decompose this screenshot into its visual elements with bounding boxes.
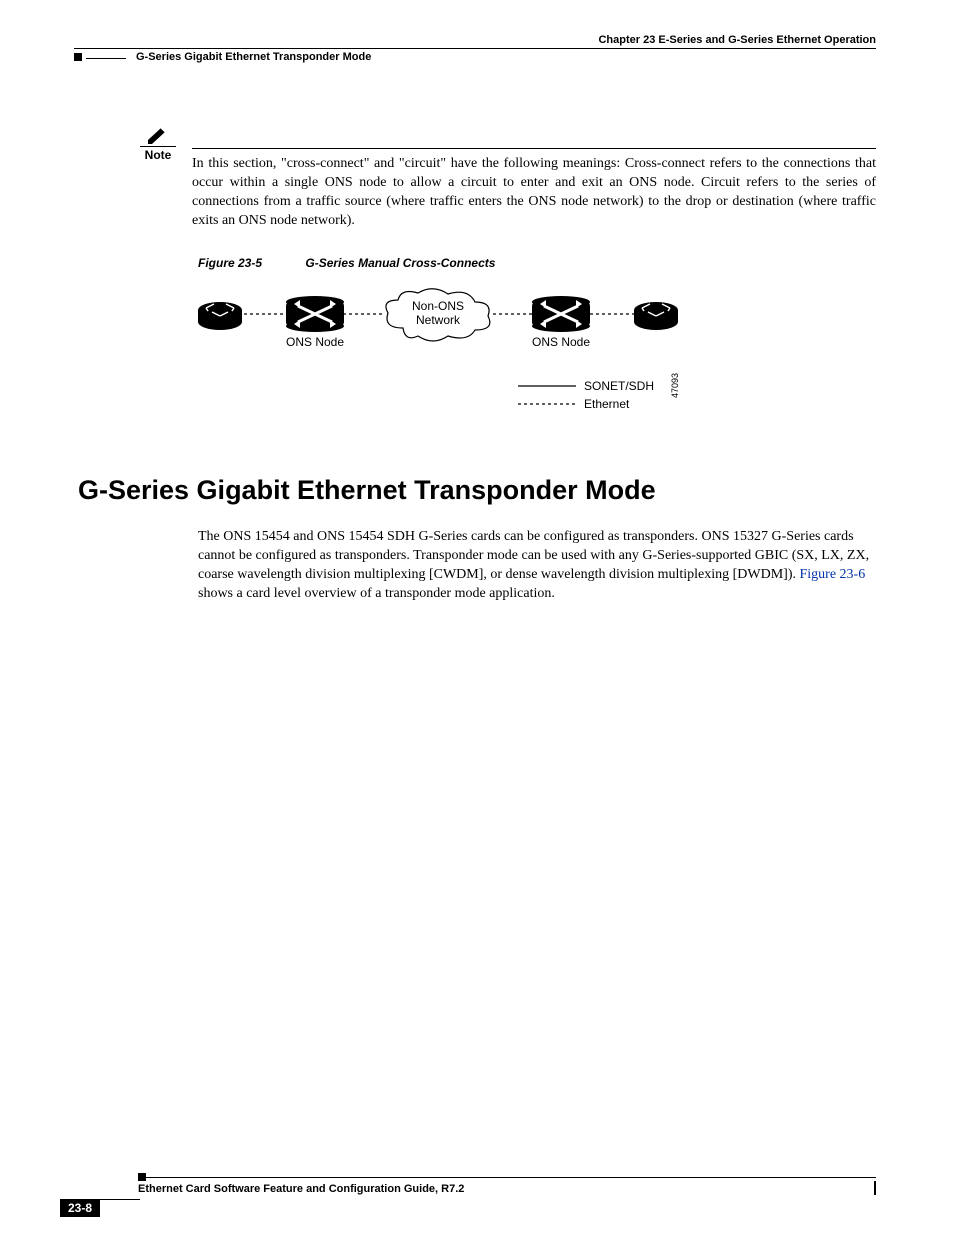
cloud-label-2: Network <box>416 313 461 327</box>
page-header: Chapter 23 E-Series and G-Series Etherne… <box>74 34 876 63</box>
section-heading: G-Series Gigabit Ethernet Transponder Mo… <box>78 475 656 506</box>
section-title: G-Series Gigabit Ethernet Transponder Mo… <box>136 51 371 63</box>
legend-ethernet-label: Ethernet <box>584 397 630 411</box>
ons-node-label-left: ONS Node <box>286 335 344 349</box>
note-top-rule <box>192 148 876 149</box>
footer-rule <box>60 1173 876 1181</box>
page-footer: Ethernet Card Software Feature and Confi… <box>60 1173 876 1195</box>
paragraph-text-post: shows a card level overview of a transpo… <box>198 586 555 601</box>
chapter-title: Chapter 23 E-Series and G-Series Etherne… <box>74 34 876 46</box>
figure-legend: SONET/SDH Ethernet 47093 <box>518 373 680 411</box>
cloud-icon: Non-ONS Network <box>386 289 490 341</box>
router-icon <box>198 302 242 330</box>
header-rule <box>74 48 876 49</box>
footer-tail-rule <box>100 1199 140 1200</box>
ons-node-label-right: ONS Node <box>532 335 590 349</box>
figure-diagram: ONS Node Non-ONS Network ONS Node SONET/… <box>198 278 718 433</box>
note-block: Note In this section, "cross-connect" an… <box>140 126 876 231</box>
figure-caption: Figure 23-5 G-Series Manual Cross-Connec… <box>198 256 495 270</box>
body-paragraph: The ONS 15454 and ONS 15454 SDH G-Series… <box>198 528 876 604</box>
pencil-icon <box>147 126 169 144</box>
ons-node-icon <box>286 296 344 332</box>
figure-id-label: 47093 <box>670 373 680 398</box>
legend-sonet-label: SONET/SDH <box>584 379 654 393</box>
header-short-rule <box>86 58 126 59</box>
footer-doc-title: Ethernet Card Software Feature and Confi… <box>138 1183 876 1195</box>
figure-title: G-Series Manual Cross-Connects <box>305 256 495 270</box>
note-text-column: In this section, "cross-connect" and "ci… <box>192 126 876 231</box>
ons-node-icon <box>532 296 590 332</box>
figure-number: Figure 23-5 <box>198 256 262 270</box>
footer-page-number-box: 23-8 <box>60 1199 140 1217</box>
cloud-label-1: Non-ONS <box>412 299 464 313</box>
footer-line <box>145 1177 876 1178</box>
header-section-row: G-Series Gigabit Ethernet Transponder Mo… <box>74 51 876 63</box>
note-body-text: In this section, "cross-connect" and "ci… <box>192 155 876 231</box>
right-edge-mark <box>874 1181 876 1195</box>
figure-cross-reference-link[interactable]: Figure 23-6 <box>800 567 866 582</box>
header-square-icon <box>74 53 82 61</box>
note-label-column: Note <box>140 126 176 162</box>
note-underline <box>140 146 176 147</box>
page-number: 23-8 <box>60 1199 100 1217</box>
note-label: Note <box>145 148 172 162</box>
router-icon <box>634 302 678 330</box>
paragraph-text-pre: The ONS 15454 and ONS 15454 SDH G-Series… <box>198 529 869 582</box>
